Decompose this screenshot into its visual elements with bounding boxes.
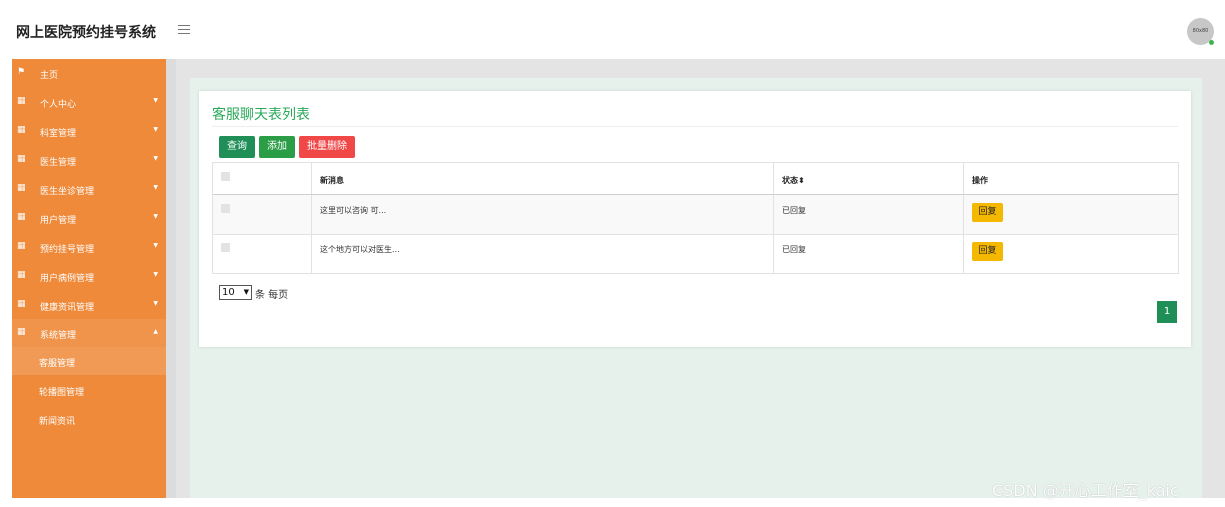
status-cell: 已回复 xyxy=(782,245,806,254)
app-title: 网上医院预约挂号系统 xyxy=(16,25,156,41)
batch-delete-button[interactable]: 批量删除 xyxy=(299,136,355,158)
sidebar-item-label: 医生管理 xyxy=(40,158,77,168)
sidebar-item-label: 用户病例管理 xyxy=(40,274,95,284)
reply-button[interactable]: 回复 xyxy=(972,242,1003,261)
column-header-label: 状态 xyxy=(782,176,798,185)
sidebar: ⚑ 主页 ▦ 个人中心 ▼ ▦ 科室管理 ▼ ▦ 医生管理 ▼ ▦ 医生坐诊管理… xyxy=(12,59,166,498)
sidebar-item-appointments[interactable]: ▦ 预约挂号管理 ▼ xyxy=(12,233,166,261)
sidebar-item-label: 预约挂号管理 xyxy=(40,245,95,255)
sidebar-item-system[interactable]: ▦ 系统管理 ▲ xyxy=(12,319,166,347)
sidebar-item-users[interactable]: ▦ 用户管理 ▼ xyxy=(12,204,166,232)
per-page-label: 条 每页 xyxy=(255,290,289,301)
sidebar-item-label: 个人中心 xyxy=(40,100,77,110)
add-button[interactable]: 添加 xyxy=(259,136,295,158)
chevron-down-icon: ▼ xyxy=(153,97,158,104)
chevron-up-icon: ▲ xyxy=(153,328,158,335)
chevron-down-icon: ▼ xyxy=(243,288,249,296)
grid-icon: ▦ xyxy=(17,154,26,164)
sidebar-item-label: 系统管理 xyxy=(40,331,77,341)
sidebar-subitem-label: 轮播图管理 xyxy=(39,388,85,398)
row-checkbox[interactable] xyxy=(221,243,230,252)
flag-icon: ⚑ xyxy=(17,67,26,77)
column-header-action: 操作 xyxy=(972,176,988,185)
row-checkbox[interactable] xyxy=(221,204,230,213)
grid-icon: ▦ xyxy=(17,241,26,251)
chevron-down-icon: ▼ xyxy=(153,271,158,278)
sidebar-item-label: 科室管理 xyxy=(40,129,77,139)
sort-icon[interactable]: ⬍ xyxy=(798,176,805,185)
sidebar-item-label: 主页 xyxy=(40,71,59,81)
page-title: 客服聊天表列表 xyxy=(212,107,310,123)
list-card: 客服聊天表列表 查询 添加 批量删除 新消息 状态⬍ 操作 这里可以咨询 可..… xyxy=(199,91,1191,347)
online-status-dot xyxy=(1209,40,1214,45)
sidebar-item-medical-records[interactable]: ▦ 用户病例管理 ▼ xyxy=(12,262,166,290)
chevron-down-icon: ▼ xyxy=(153,213,158,220)
grid-icon: ▦ xyxy=(17,96,26,106)
column-header-status[interactable]: 状态⬍ xyxy=(782,175,805,186)
grid-icon: ▦ xyxy=(17,299,26,309)
sidebar-subitem-label: 新闻资讯 xyxy=(39,417,76,427)
grid-icon: ▦ xyxy=(17,125,26,135)
message-cell: 这里可以咨询 可... xyxy=(320,206,387,215)
sidebar-shadow xyxy=(166,59,176,498)
chevron-down-icon: ▼ xyxy=(153,242,158,249)
page-size-select[interactable]: 10 ▼ xyxy=(219,285,252,300)
page-number-button[interactable]: 1 xyxy=(1157,301,1177,323)
sidebar-subitem-carousel[interactable]: 轮播图管理 xyxy=(12,376,166,404)
grid-icon: ▦ xyxy=(17,270,26,280)
chevron-down-icon: ▼ xyxy=(153,155,158,162)
sidebar-item-home[interactable]: ⚑ 主页 xyxy=(12,59,166,87)
hamburger-menu-icon[interactable] xyxy=(178,25,190,35)
sidebar-item-label: 医生坐诊管理 xyxy=(40,187,95,197)
sidebar-item-doctor[interactable]: ▦ 医生管理 ▼ xyxy=(12,146,166,174)
grid-icon: ▦ xyxy=(17,327,26,337)
data-table: 新消息 状态⬍ 操作 这里可以咨询 可... 已回复 回复 这个地方可以对医生.… xyxy=(212,162,1179,274)
sidebar-item-doctor-schedule[interactable]: ▦ 医生坐诊管理 ▼ xyxy=(12,175,166,203)
chevron-down-icon: ▼ xyxy=(153,184,158,191)
chevron-down-icon: ▼ xyxy=(153,300,158,307)
sidebar-item-label: 健康资讯管理 xyxy=(40,303,95,313)
chevron-down-icon: ▼ xyxy=(153,126,158,133)
grid-icon: ▦ xyxy=(17,212,26,222)
sidebar-item-personal-center[interactable]: ▦ 个人中心 ▼ xyxy=(12,88,166,116)
sidebar-subitem-label: 客服管理 xyxy=(39,359,76,369)
sidebar-item-health-news[interactable]: ▦ 健康资讯管理 ▼ xyxy=(12,291,166,319)
page-size-value: 10 xyxy=(222,287,235,298)
sidebar-item-label: 用户管理 xyxy=(40,216,77,226)
divider xyxy=(212,126,1178,127)
select-all-checkbox[interactable] xyxy=(221,172,230,181)
status-cell: 已回复 xyxy=(782,206,806,215)
sidebar-item-department[interactable]: ▦ 科室管理 ▼ xyxy=(12,117,166,145)
sidebar-subitem-news[interactable]: 新闻资讯 xyxy=(12,405,166,433)
message-cell: 这个地方可以对医生... xyxy=(320,245,400,254)
top-bar: 网上医院预约挂号系统 80x80 xyxy=(0,0,1225,58)
reply-button[interactable]: 回复 xyxy=(972,203,1003,222)
watermark: CSDN @开心工作室_kaic xyxy=(992,481,1179,500)
search-button[interactable]: 查询 xyxy=(219,136,255,158)
sidebar-subitem-customer-service[interactable]: 客服管理 xyxy=(12,347,166,375)
grid-icon: ▦ xyxy=(17,183,26,193)
column-header-message: 新消息 xyxy=(320,176,344,185)
